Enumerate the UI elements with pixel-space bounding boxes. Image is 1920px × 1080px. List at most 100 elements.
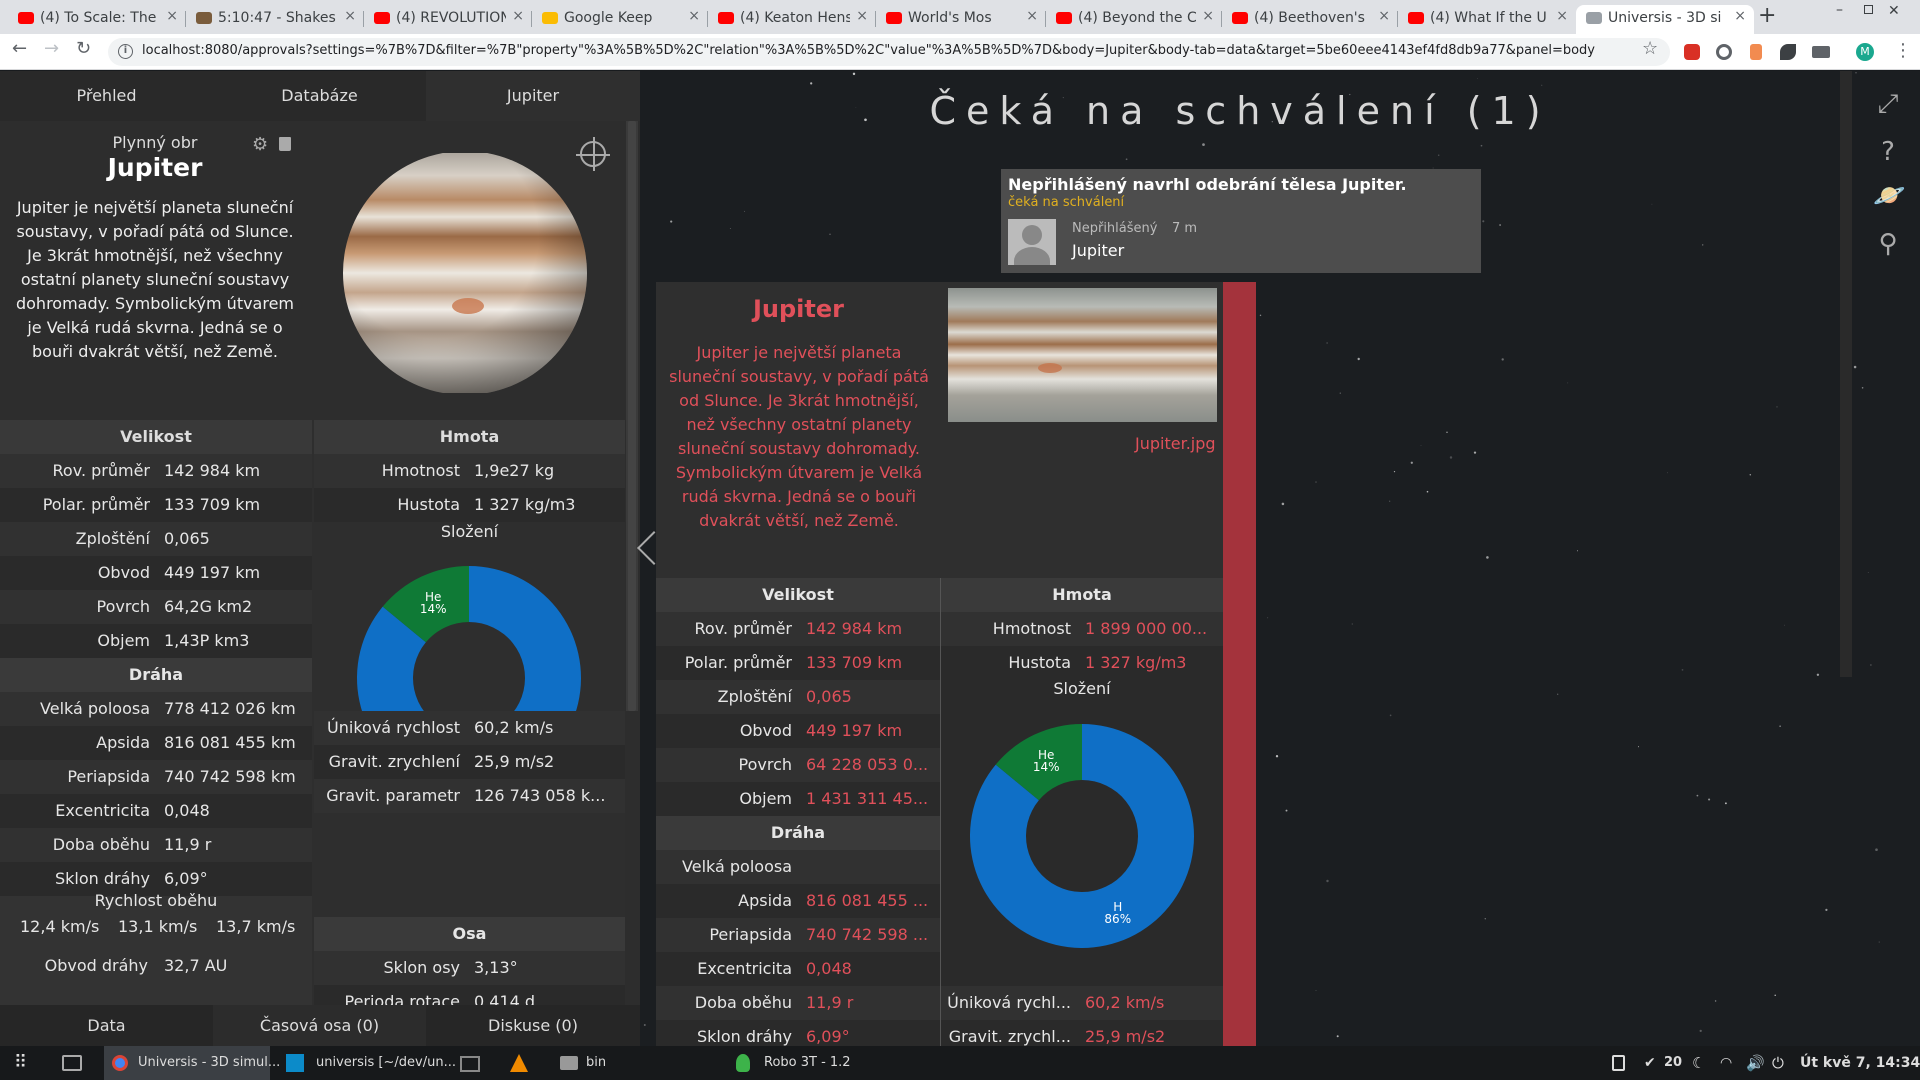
wifi-icon[interactable]: ◠	[1720, 1046, 1732, 1080]
data-row: Úniková rychlost 60,2 km/s	[314, 711, 625, 745]
data-row: Periapsida 740 742 598 km	[0, 760, 312, 794]
data-row: Hmotnost 1 899 000 00...	[941, 612, 1223, 646]
browser-tab[interactable]: (4) What If the U ×	[1398, 5, 1576, 34]
url-text[interactable]: localhost:8080/approvals?settings=%7B%7D…	[142, 43, 1595, 58]
data-label: Velká poloosa	[40, 699, 150, 718]
star	[1714, 1000, 1717, 1002]
chrome-icon	[112, 1055, 128, 1071]
data-row: Obvod 449 197 km	[656, 714, 940, 748]
delete-trash-icon[interactable]	[279, 137, 291, 151]
star	[670, 220, 673, 223]
taskbar-item-robo3t[interactable]: Robo 3T - 1.2	[732, 1046, 851, 1080]
data-value: 449 197 km	[164, 563, 261, 582]
info-icon[interactable]: i	[118, 44, 133, 59]
terminal-icon[interactable]	[62, 1055, 82, 1071]
new-tab-button[interactable]: +	[1758, 3, 1776, 28]
updates-check-icon[interactable]: ✔	[1644, 1046, 1656, 1080]
browser-tab[interactable]: (4) Keaton Hens ×	[708, 5, 876, 34]
close-tab-icon[interactable]: ×	[1734, 8, 1746, 24]
star	[1437, 154, 1440, 156]
panel-scrollbar[interactable]	[626, 121, 638, 711]
monitor-icon[interactable]	[460, 1056, 480, 1072]
star	[1776, 406, 1778, 408]
browser-tab-title: (4) Keaton Hens	[740, 10, 850, 26]
data-value: 11,9 r	[164, 835, 212, 854]
tab-overview[interactable]: Přehled	[0, 71, 213, 121]
close-tab-icon[interactable]: ×	[688, 8, 700, 24]
close-tab-icon[interactable]: ×	[512, 8, 524, 24]
bottom-tab-data[interactable]: Data	[0, 1005, 213, 1046]
orbit-length-row: Obvod dráhy 32,7 AU	[0, 950, 312, 982]
taskbar-item-files-label: bin	[586, 1055, 607, 1070]
browser-tab[interactable]: (4) Beethoven's ×	[1222, 5, 1398, 34]
browser-tab[interactable]: (4) REVOLUTION ×	[364, 5, 532, 34]
volume-icon[interactable]: 🔊	[1746, 1046, 1765, 1080]
planet-icon[interactable]: 🪐	[1873, 181, 1905, 211]
settings-gear-icon[interactable]: ⚙	[252, 134, 268, 155]
fullscreen-icon[interactable]: ⤢	[1873, 89, 1903, 119]
profile-avatar[interactable]: M	[1856, 43, 1874, 61]
browser-menu-icon[interactable]: ⋮	[1894, 40, 1912, 61]
power-icon[interactable]: ⏻	[1772, 1046, 1784, 1080]
close-tab-icon[interactable]: ×	[344, 8, 356, 24]
reload-icon[interactable]: ↻	[76, 38, 91, 59]
extension-icon-target[interactable]	[1716, 44, 1732, 60]
close-window-icon[interactable]: ✕	[1888, 3, 1900, 19]
close-tab-icon[interactable]: ×	[166, 8, 178, 24]
close-tab-icon[interactable]: ×	[856, 8, 868, 24]
data-row: Rov. průměr 142 984 km	[656, 612, 940, 646]
tab-database[interactable]: Databáze	[213, 71, 426, 121]
close-tab-icon[interactable]: ×	[1378, 8, 1390, 24]
tab-jupiter[interactable]: Jupiter	[426, 71, 640, 121]
youtube-icon	[374, 12, 390, 24]
clock[interactable]: Út kvě 7, 14:34	[1800, 1046, 1920, 1080]
data-row: Apsida 816 081 455 ...	[656, 884, 940, 918]
extension-icon-leaf[interactable]	[1780, 44, 1796, 60]
data-row: Objem 1,43P km3	[0, 624, 312, 658]
browser-tab[interactable]: (4) Beyond the C ×	[1046, 5, 1222, 34]
bottom-tab-timeline[interactable]: Časová osa (0)	[213, 1005, 426, 1046]
star	[1449, 456, 1453, 459]
close-tab-icon[interactable]: ×	[1556, 8, 1568, 24]
browser-tab[interactable]: 5:10:47 - Shakes ×	[186, 5, 364, 34]
browser-tab[interactable]: (4) To Scale: The ×	[8, 5, 186, 34]
night-mode-moon-icon[interactable]: ☾	[1692, 1046, 1705, 1080]
bookmark-star-icon[interactable]: ☆	[1642, 38, 1658, 59]
taskbar-item-files[interactable]: bin	[556, 1046, 606, 1080]
donut-percent-He: 14%	[420, 602, 447, 616]
browser-tab[interactable]: Google Keep ×	[532, 5, 708, 34]
approval-side-bar[interactable]	[1223, 282, 1256, 1046]
approval-notification[interactable]: Nepřihlášený navrhl odebrání tělesa Jupi…	[1001, 169, 1481, 273]
image-filename-link[interactable]: Jupiter.jpg	[1135, 434, 1216, 453]
youtube-icon	[1408, 12, 1424, 24]
vlc-cone-icon[interactable]	[510, 1054, 528, 1072]
extension-icon-camera[interactable]	[1812, 46, 1830, 58]
data-value: 1,9e27 kg	[474, 461, 555, 480]
back-arrow-icon[interactable]: ←	[12, 38, 27, 59]
locate-crosshair-icon[interactable]	[576, 137, 610, 171]
taskbar-item-ide[interactable]: universis [~/dev/un...	[282, 1046, 456, 1080]
data-label: Hmotnost	[992, 619, 1071, 638]
minimize-window-icon[interactable]: –	[1836, 2, 1843, 18]
forward-arrow-icon[interactable]: →	[44, 38, 59, 59]
browser-tab[interactable]: Universis - 3D si ×	[1576, 5, 1754, 34]
bottom-tab-discussion[interactable]: Diskuse (0)	[426, 1005, 640, 1046]
app-menu-grid-icon[interactable]: ⠿	[14, 1046, 27, 1080]
data-value: 1 899 000 00...	[1085, 619, 1208, 638]
browser-tab[interactable]: World's Mos ×	[876, 5, 1046, 34]
close-tab-icon[interactable]: ×	[1026, 8, 1038, 24]
browser-tab-title: (4) Beethoven's	[1254, 10, 1365, 26]
main-scrollbar[interactable]	[1840, 71, 1852, 677]
data-value: 740 742 598 ...	[806, 925, 929, 944]
close-tab-icon[interactable]: ×	[1202, 8, 1214, 24]
data-label: Gravit. parametr	[326, 786, 460, 805]
extension-icon-tag[interactable]	[1750, 44, 1762, 60]
help-icon[interactable]: ?	[1873, 137, 1903, 167]
card-mass-header: Hmota	[941, 578, 1223, 612]
extension-icon-red[interactable]	[1684, 44, 1700, 60]
taskbar-item-browser[interactable]: Universis - 3D simul...	[104, 1046, 280, 1080]
clipboard-icon[interactable]	[1612, 1055, 1625, 1071]
star	[1749, 474, 1752, 476]
search-icon[interactable]: ⚲	[1873, 229, 1903, 259]
maximize-window-icon[interactable]	[1864, 5, 1873, 14]
